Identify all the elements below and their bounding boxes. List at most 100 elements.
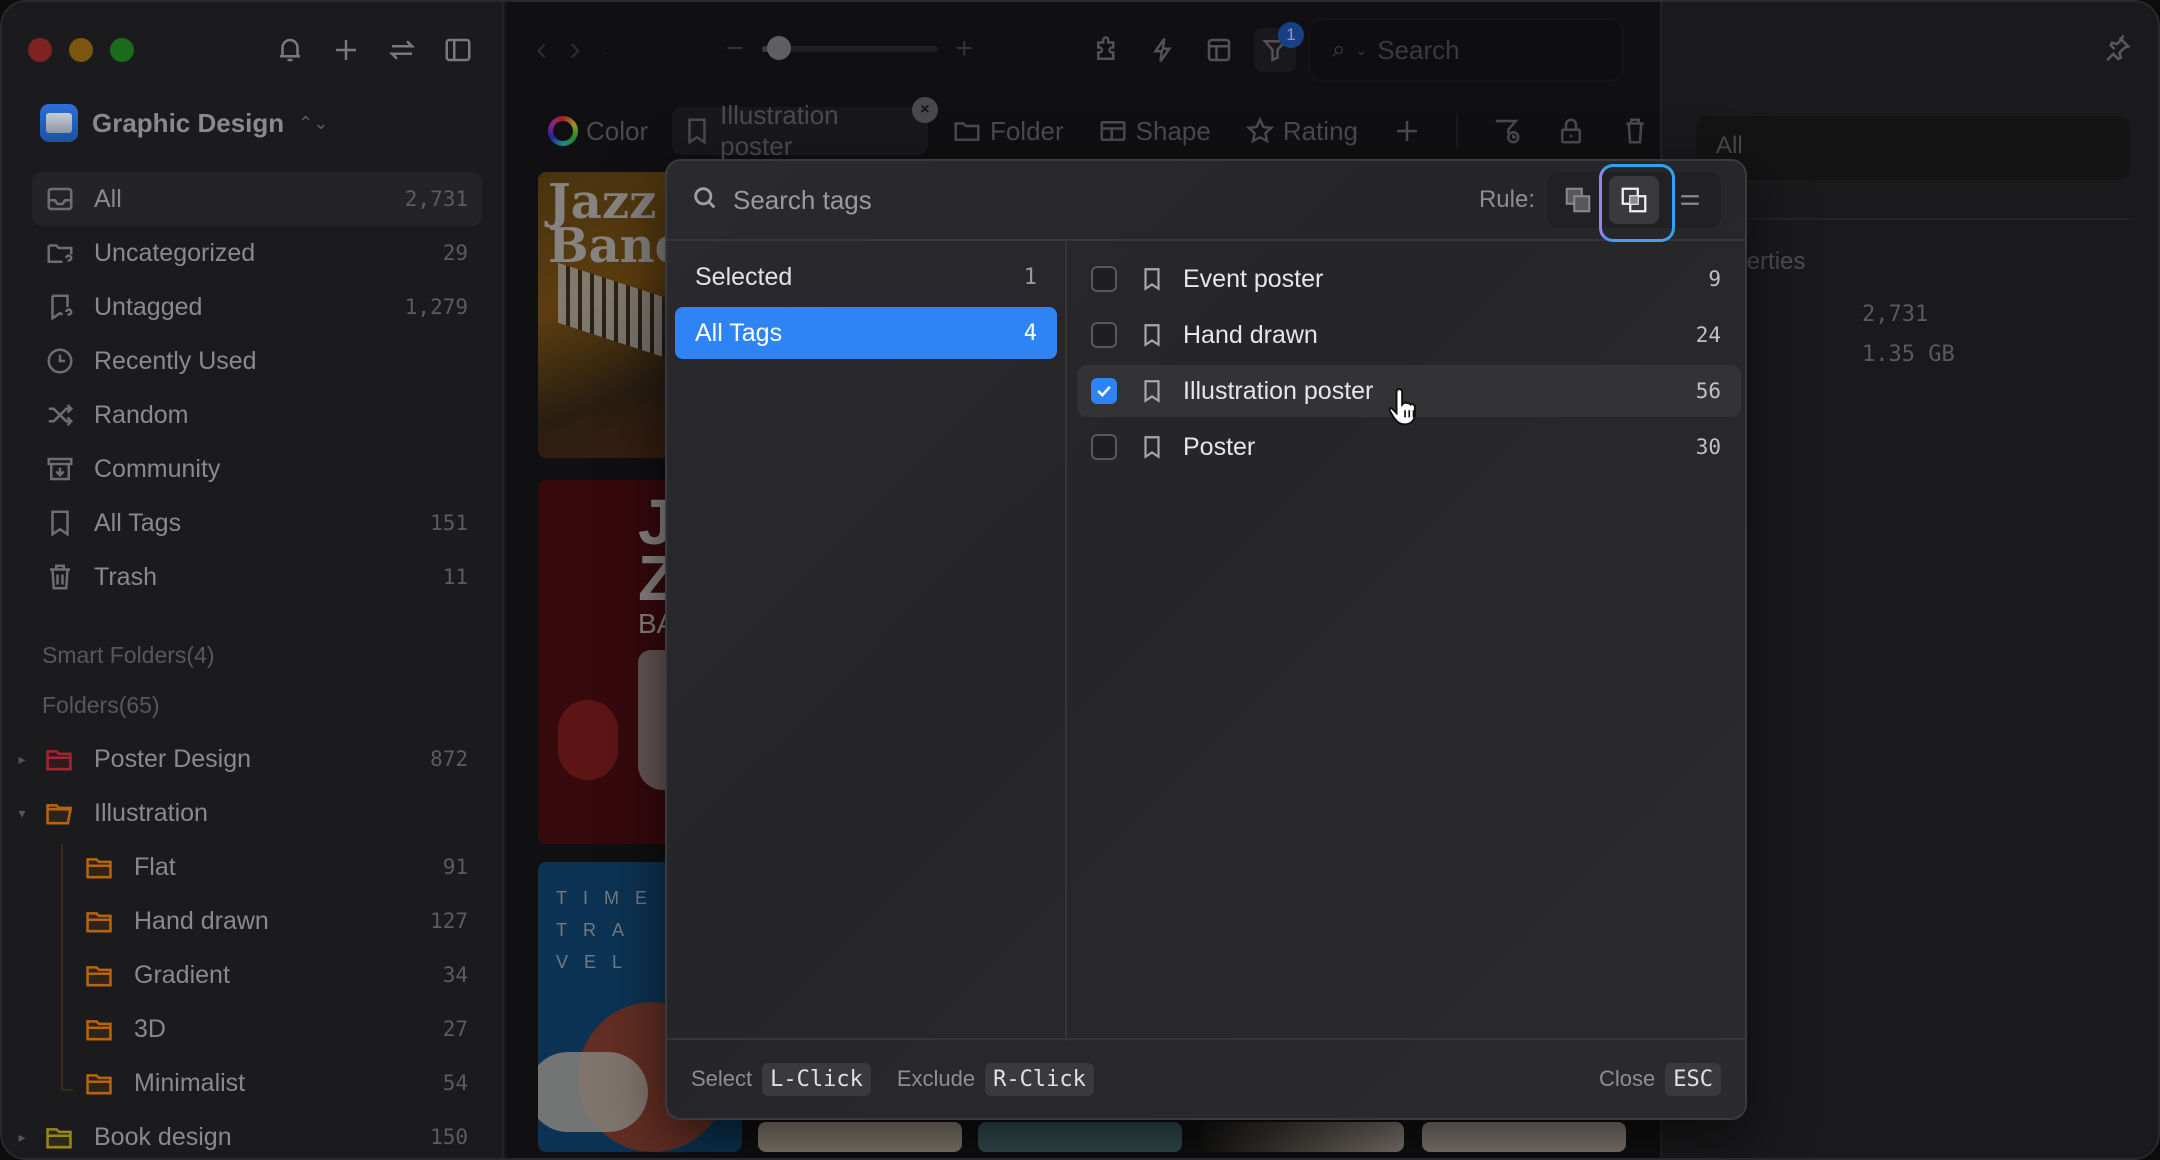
toggle-sidebar-button[interactable] bbox=[440, 30, 476, 70]
plus-icon bbox=[336, 40, 356, 60]
slider-track[interactable] bbox=[761, 36, 938, 60]
search-input[interactable] bbox=[1377, 34, 1578, 66]
tag-filter-chip[interactable]: Illustration poster × bbox=[672, 97, 938, 161]
lock-icon bbox=[1561, 118, 1581, 144]
folder-item[interactable]: ▸ Book design 150 bbox=[2, 1110, 482, 1158]
rule-union-button[interactable] bbox=[1553, 176, 1603, 224]
thumbnail-bottom-2[interactable] bbox=[978, 1122, 1182, 1152]
search-tags-input[interactable] bbox=[733, 184, 1479, 216]
sidebar-item-untagged[interactable]: Untagged 1,279 bbox=[32, 280, 482, 334]
clear-filters-button[interactable] bbox=[1610, 107, 1660, 155]
category-label: All Tags bbox=[695, 318, 783, 347]
sidebar-item-label: Trash bbox=[94, 562, 157, 591]
folder-item[interactable]: ▸ Poster Design 872 bbox=[2, 732, 482, 786]
plugins-button[interactable] bbox=[1086, 28, 1128, 72]
rule-intersect-button[interactable] bbox=[1599, 164, 1675, 242]
rating-filter[interactable]: Rating bbox=[1235, 107, 1368, 155]
sidebar-item-trash[interactable]: Trash 11 bbox=[32, 550, 482, 604]
sidebar-item-count: 1,279 bbox=[404, 295, 468, 319]
folder-item[interactable]: Gradient 34 bbox=[2, 948, 482, 1002]
sync-button[interactable] bbox=[384, 30, 420, 70]
smart-folders-header[interactable]: Smart Folders(4) bbox=[42, 642, 215, 669]
thumbnail-bottom-4[interactable] bbox=[1422, 1122, 1626, 1152]
sidebar-item-uncategorized[interactable]: Uncategorized 29 bbox=[32, 226, 482, 280]
folder-item[interactable]: 3D 27 bbox=[2, 1002, 482, 1056]
caret-right-icon[interactable]: ▸ bbox=[2, 751, 42, 768]
library-switcher[interactable]: Graphic Design ⌃⌄ bbox=[40, 104, 328, 142]
library-name: Graphic Design bbox=[92, 107, 285, 138]
folder-filter[interactable]: Folder bbox=[942, 107, 1074, 155]
shape-filter-label: Shape bbox=[1135, 115, 1211, 146]
color-filter[interactable]: Color bbox=[538, 107, 658, 155]
tag-category-selected[interactable]: Selected 1 bbox=[675, 251, 1057, 303]
back-button[interactable]: ‹ bbox=[536, 30, 547, 69]
tag-row[interactable]: Hand drawn 24 bbox=[1077, 309, 1741, 361]
folder-count: 34 bbox=[442, 963, 468, 987]
zoom-in-button[interactable]: + bbox=[956, 32, 974, 66]
sidebar-item-community[interactable]: Community bbox=[32, 442, 482, 496]
close-hint-label[interactable]: Close bbox=[1599, 1066, 1655, 1092]
lightning-icon bbox=[1153, 38, 1172, 62]
pin-button[interactable] bbox=[2102, 34, 2132, 69]
shape-filter[interactable]: Shape bbox=[1088, 107, 1221, 155]
sidebar-item-label: All Tags bbox=[94, 508, 182, 537]
close-shortcut[interactable]: ESC bbox=[1665, 1062, 1721, 1096]
thumbnail-bottom-1[interactable] bbox=[758, 1122, 962, 1152]
thumbnail-bottom-3[interactable] bbox=[1200, 1122, 1404, 1152]
maximize-window-button[interactable] bbox=[110, 38, 134, 62]
folder-item[interactable]: Hand drawn 127 bbox=[2, 894, 482, 948]
inspector-title-field[interactable]: All bbox=[1696, 116, 2130, 180]
exclude-hint-label: Exclude bbox=[896, 1066, 976, 1091]
chevron-down-icon[interactable]: ⌄ bbox=[1355, 42, 1367, 59]
tag-row[interactable]: Event poster 9 bbox=[1077, 253, 1741, 305]
minimize-window-button[interactable] bbox=[69, 38, 93, 62]
folder-tree: ▸ Poster Design 872 ▾ Illustration Flat 91 Hand… bbox=[2, 732, 482, 1158]
sidebar-item-all-tags[interactable]: All Tags 151 bbox=[32, 496, 482, 550]
rule-equal-button[interactable] bbox=[1665, 176, 1715, 224]
tag-checkbox[interactable] bbox=[1091, 378, 1117, 404]
folder-icon bbox=[82, 853, 116, 881]
tag-checkbox[interactable] bbox=[1091, 434, 1117, 460]
close-window-button[interactable] bbox=[28, 38, 52, 62]
caret-right-icon[interactable]: ▸ bbox=[2, 1129, 42, 1146]
add-filter-button[interactable] bbox=[1382, 107, 1432, 155]
folder-item[interactable]: Minimalist 54 bbox=[2, 1056, 482, 1110]
tag-checkbox[interactable] bbox=[1091, 322, 1117, 348]
filter-button[interactable]: 1 bbox=[1254, 22, 1304, 72]
folders-header[interactable]: Folders(65) bbox=[42, 692, 160, 719]
forward-button[interactable]: › bbox=[569, 30, 580, 69]
caret-down-icon[interactable]: ▾ bbox=[2, 805, 42, 822]
sidebar-item-all[interactable]: All 2,731 bbox=[32, 172, 482, 226]
zoom-out-button[interactable]: − bbox=[726, 32, 744, 66]
sidebar-item-random[interactable]: Random bbox=[32, 388, 482, 442]
tag-category-all-tags[interactable]: All Tags 4 bbox=[675, 307, 1057, 359]
clear-tag-filter-button[interactable]: × bbox=[911, 97, 938, 123]
property-size: 1.35 GB bbox=[1862, 342, 1955, 367]
sidebar-item-count: 151 bbox=[430, 511, 468, 535]
library-icon bbox=[40, 104, 78, 142]
thumbnail-size-slider[interactable]: − + bbox=[726, 32, 973, 66]
folder-count: 54 bbox=[442, 1071, 468, 1095]
filter-history-button[interactable] bbox=[1482, 107, 1532, 155]
folder-item[interactable]: Flat 91 bbox=[2, 840, 482, 894]
notifications-button[interactable] bbox=[272, 30, 308, 70]
trash-icon bbox=[44, 561, 76, 593]
actions-button[interactable] bbox=[1142, 28, 1184, 72]
tag-checkbox[interactable] bbox=[1091, 266, 1117, 292]
tag-row[interactable]: Poster 30 bbox=[1077, 421, 1741, 473]
tag-name: Poster bbox=[1183, 432, 1256, 461]
window-controls bbox=[28, 38, 134, 62]
sidebar-item-count: 11 bbox=[442, 565, 468, 589]
tag-name: Illustration poster bbox=[1183, 376, 1374, 405]
add-button[interactable] bbox=[328, 30, 364, 70]
rule-selector bbox=[1547, 164, 1721, 242]
folder-icon bbox=[42, 745, 76, 773]
lock-filter-button[interactable] bbox=[1546, 107, 1596, 155]
layout-button[interactable] bbox=[1198, 28, 1240, 72]
slider-thumb[interactable] bbox=[767, 36, 792, 60]
sidebar-item-recently-used[interactable]: Recently Used bbox=[32, 334, 482, 388]
folder-item[interactable]: ▾ Illustration bbox=[2, 786, 482, 840]
search-box[interactable]: ⌕ ⌄ bbox=[1308, 18, 1624, 82]
intersect-icon bbox=[1621, 187, 1647, 213]
inbox-icon bbox=[44, 183, 76, 215]
